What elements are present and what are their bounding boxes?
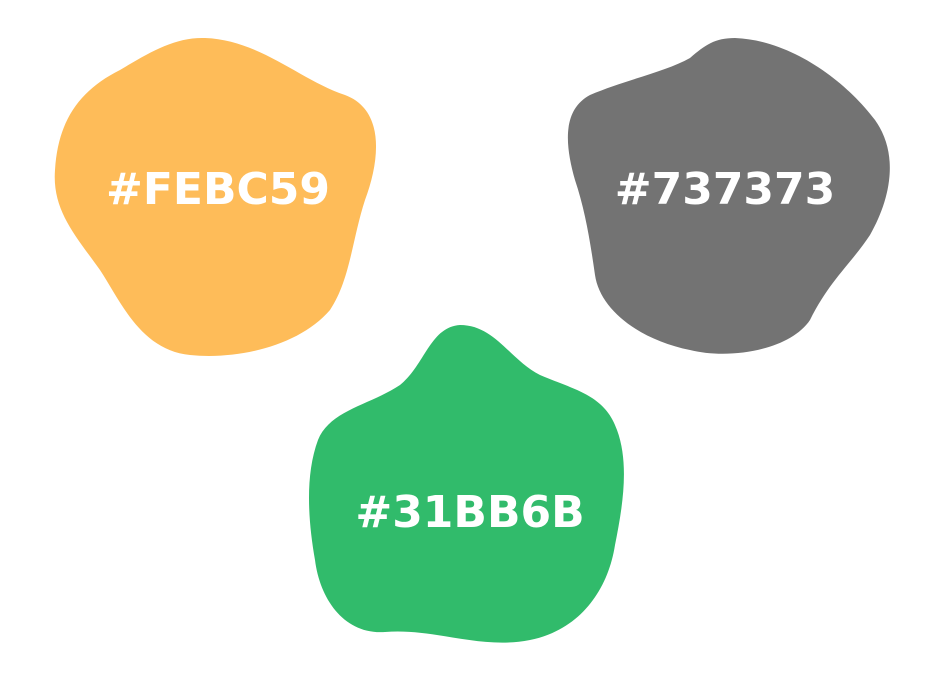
swatch-green: #31BB6B bbox=[309, 325, 624, 643]
swatch-gray-label: #737373 bbox=[615, 164, 836, 215]
swatch-orange-label: #FEBC59 bbox=[106, 164, 330, 215]
swatch-gray: #737373 bbox=[567, 38, 890, 354]
swatch-green-label: #31BB6B bbox=[355, 487, 584, 538]
color-palette: #FEBC59 #737373 #31BB6B bbox=[54, 37, 890, 643]
swatch-green-blob bbox=[309, 325, 624, 643]
swatch-orange: #FEBC59 bbox=[54, 37, 377, 356]
